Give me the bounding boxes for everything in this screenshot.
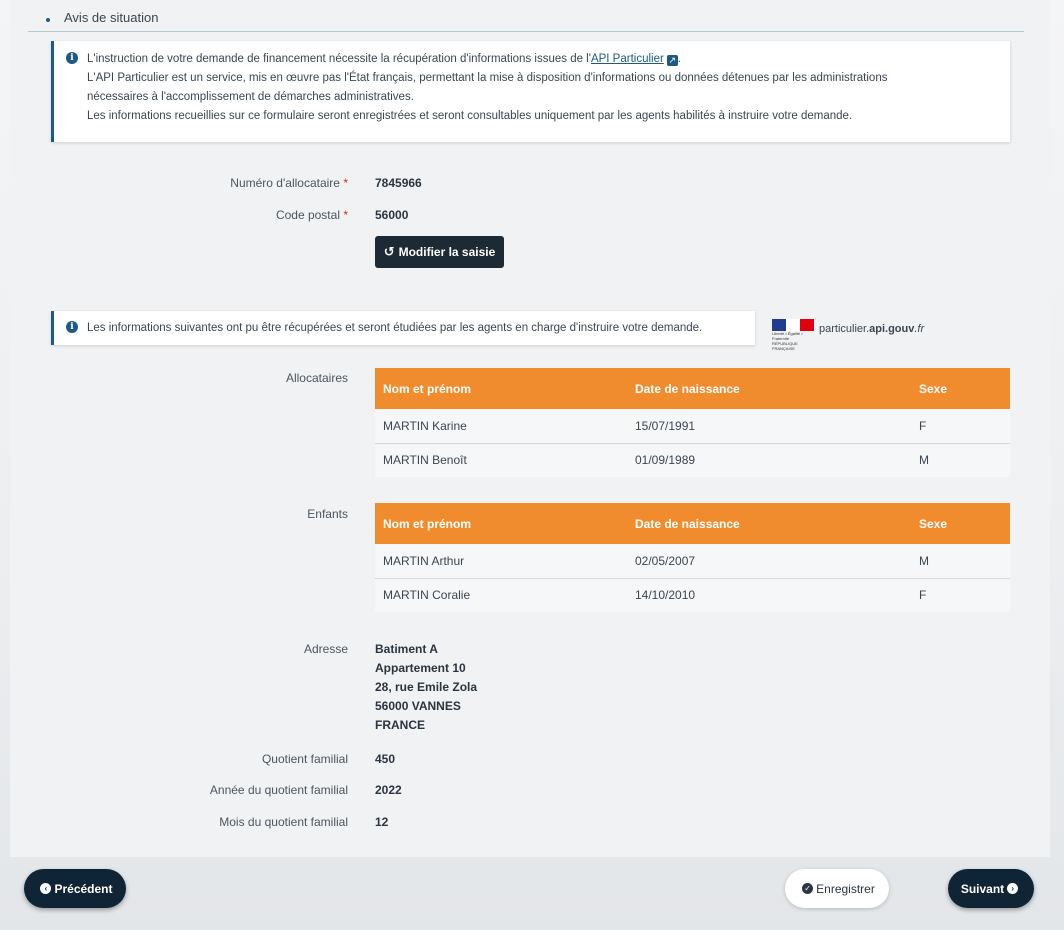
previous-button[interactable]: ‹ Précédent <box>24 869 126 908</box>
cell-sex: M <box>911 544 1010 579</box>
table-header-row: Nom et prénom Date de naissance Sexe <box>375 503 1010 544</box>
table-row: MARTIN Arthur 02/05/2007 M <box>375 544 1010 579</box>
cell-birth: 14/10/2010 <box>627 578 911 612</box>
column-header-name: Nom et prénom <box>375 503 627 544</box>
cell-birth: 15/07/1991 <box>627 409 911 444</box>
allocataires-label: Allocataires <box>285 371 348 385</box>
quotient-month-value: 12 <box>375 815 389 829</box>
table-row: MARTIN Karine 15/07/1991 F <box>375 409 1010 444</box>
adresse-label: Adresse <box>303 642 348 656</box>
info-line-2: L'API Particulier est un service, mis en… <box>87 72 888 84</box>
column-header-sex: Sexe <box>911 503 1010 544</box>
cell-name: MARTIN Benoît <box>375 443 627 477</box>
allocataire-value: 7845966 <box>375 176 422 190</box>
info-icon: i <box>66 321 78 333</box>
address-line: 56000 VANNES <box>375 699 461 713</box>
cell-sex: F <box>911 409 1010 444</box>
info-line-4: Les informations recueillies sur ce form… <box>87 110 853 122</box>
column-header-birth: Date de naissance <box>627 368 911 409</box>
check-circle-icon: ✓ <box>802 883 814 894</box>
code-postal-value: 56000 <box>375 208 409 222</box>
quotient-month-label: Mois du quotient familial <box>219 815 348 829</box>
quotient-label: Quotient familial <box>261 752 348 766</box>
table-row: MARTIN Benoît 01/09/1989 M <box>375 443 1010 477</box>
info-icon: i <box>66 52 78 64</box>
arrow-right-circle-icon: › <box>1007 883 1019 894</box>
code-postal-label: Code postal * <box>275 208 348 222</box>
quotient-year-label: Année du quotient familial <box>209 783 348 797</box>
save-button[interactable]: ✓ Enregistrer <box>785 869 889 908</box>
cell-birth: 02/05/2007 <box>627 544 911 579</box>
api-info-box: i L'instruction de votre demande de fina… <box>51 41 1010 142</box>
modify-entry-button[interactable]: ↺ Modifier la saisie <box>375 236 504 268</box>
cell-name: MARTIN Coralie <box>375 578 627 612</box>
cell-sex: F <box>911 578 1010 612</box>
allocataire-label: Numéro d'allocataire * <box>230 176 348 190</box>
enfants-label: Enfants <box>307 507 348 521</box>
arrow-left-circle-icon: ‹ <box>40 883 52 894</box>
external-link-icon[interactable]: ↗ <box>666 55 678 66</box>
enfants-table: Nom et prénom Date de naissance Sexe MAR… <box>375 503 1010 612</box>
info-line-1: L'instruction de votre demande de financ… <box>87 53 681 66</box>
address-line: Appartement 10 <box>375 661 466 675</box>
section-header: Avis de situation <box>28 4 1024 32</box>
cell-sex: M <box>911 443 1010 477</box>
api-gouv-logo-text: particulier.api.gouv.fr <box>819 323 925 335</box>
cell-birth: 01/09/1989 <box>627 443 911 477</box>
page: Avis de situation i L'instruction de vot… <box>0 0 1064 930</box>
info-line-3: nécessaires à l'accomplissement de démar… <box>87 91 414 103</box>
address-line: FRANCE <box>375 718 425 732</box>
address-line: Batiment A <box>375 642 438 656</box>
allocataires-table: Nom et prénom Date de naissance Sexe MAR… <box>375 368 1010 477</box>
retrieved-info-text: Les informations suivantes ont pu être r… <box>87 322 703 334</box>
cell-name: MARTIN Arthur <box>375 544 627 579</box>
cell-name: MARTIN Karine <box>375 409 627 444</box>
adresse-value: Batiment A Appartement 10 28, rue Emile … <box>375 640 477 735</box>
api-particulier-link[interactable]: API Particulier <box>591 53 664 65</box>
quotient-year-value: 2022 <box>375 783 402 797</box>
next-button[interactable]: Suivant › <box>948 869 1034 908</box>
undo-icon: ↺ <box>383 244 395 259</box>
column-header-birth: Date de naissance <box>627 503 911 544</box>
column-header-name: Nom et prénom <box>375 368 627 409</box>
section-title: Avis de situation <box>64 10 159 25</box>
address-line: 28, rue Emile Zola <box>375 680 478 694</box>
bullet-icon <box>46 18 50 22</box>
republique-francaise-logo: Liberté • Égalité • Fraternité RÉPUBLIQU… <box>772 319 814 351</box>
column-header-sex: Sexe <box>911 368 1010 409</box>
table-row: MARTIN Coralie 14/10/2010 F <box>375 578 1010 612</box>
table-header-row: Nom et prénom Date de naissance Sexe <box>375 368 1010 409</box>
quotient-value: 450 <box>375 752 396 766</box>
retrieved-info-box: i Les informations suivantes ont pu être… <box>51 311 755 345</box>
